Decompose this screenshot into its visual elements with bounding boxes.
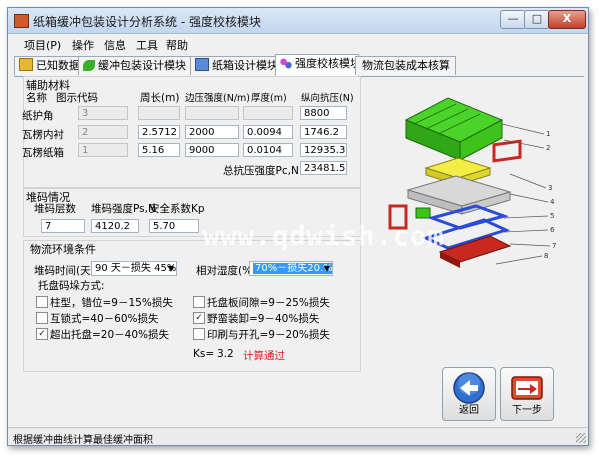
perimeter-field[interactable]: 5.16 (138, 143, 180, 157)
option-overhang: 超出托盘=20－40%损失 (50, 329, 169, 341)
balls-icon (280, 58, 292, 69)
header-name: 名称 (26, 92, 47, 104)
callout-label: 2 (546, 144, 550, 152)
stack-strength-label: 堆码强度Ps,N (91, 203, 156, 215)
row-name: 纸护角 (22, 110, 54, 122)
safety-factor-field[interactable]: 5.70 (149, 219, 199, 233)
perimeter-field[interactable]: 2.5712 (138, 125, 180, 139)
header-compression: 纵向抗压(N) (301, 93, 354, 104)
option-column-stack: 柱型，错位=9－15%损失 (50, 297, 173, 309)
app-icon (14, 14, 29, 28)
option-pallet-gap: 托盘板间隙=9－25%损失 (207, 297, 330, 309)
menu-help[interactable]: 帮助 (166, 37, 188, 53)
pallet-method-label: 托盘码垛方式: (38, 280, 105, 292)
thickness-field[interactable]: 0.0104 (243, 143, 293, 157)
humidity-label: 相对湿度(%) (196, 265, 257, 277)
calc-result: 计算通过 (243, 350, 285, 362)
tab-known-data[interactable]: 已知数据 (14, 56, 82, 75)
callout-label: 5 (550, 212, 554, 220)
tab-carton-design[interactable]: 纸箱设计模块 (190, 56, 279, 75)
menu-info[interactable]: 信息 (104, 37, 126, 53)
stack-layers-field[interactable]: 7 (41, 219, 85, 233)
chevron-down-icon: ▼ (167, 264, 174, 273)
menu-bar: 项目(P) 操作 信息 工具 帮助 (8, 35, 588, 53)
option-rough-handling: 野蛮装卸=9－40%损失 (207, 313, 320, 325)
header-thickness: 厚度(m) (251, 93, 287, 104)
title-bar[interactable]: 纸箱缓冲包装设计分析系统 - 强度校核模块 — □ X (8, 8, 588, 34)
thickness-field[interactable]: 0.0094 (243, 125, 293, 139)
box-icon (195, 58, 209, 71)
callout-label: 4 (550, 198, 555, 206)
packaging-diagram: 1 2 3 4 5 6 7 8 (388, 97, 556, 268)
stack-strength-field[interactable]: 4120.2 (91, 219, 139, 233)
thickness-field[interactable] (243, 106, 293, 120)
menu-operation[interactable]: 操作 (72, 37, 94, 53)
menu-tools[interactable]: 工具 (136, 37, 158, 53)
close-button[interactable]: X (548, 10, 586, 29)
compression-field[interactable]: 1746.2 (300, 125, 347, 139)
header-perimeter: 周长(m) (140, 92, 180, 104)
tab-cushion-design[interactable]: 缓冲包装设计模块 (78, 56, 194, 75)
compression-field[interactable]: 12935.3 (300, 143, 347, 157)
status-bar: 根据缓冲曲线计算最佳缓冲面积 (8, 427, 588, 446)
header-code: 图示代码 (56, 92, 98, 104)
option-printing: 印刷与开孔=9－20%损失 (207, 329, 330, 341)
exit-arrow-icon (511, 376, 543, 400)
tab-bar: 已知数据 缓冲包装设计模块 纸箱设计模块 强度校核模块 物流包装成本核算 (14, 54, 584, 77)
chevron-down-icon: ▼ (323, 264, 330, 273)
checkbox-printing[interactable] (193, 328, 205, 340)
resize-grip-icon[interactable] (576, 433, 586, 443)
safety-factor-label: 安全系数Kp (149, 203, 205, 215)
stack-layers-label: 堆码层数 (34, 203, 76, 215)
checkbox-pallet-gap[interactable] (193, 296, 205, 308)
green-corner-pieces (404, 97, 504, 161)
back-button[interactable]: 返回 (442, 367, 496, 421)
perimeter-field[interactable] (138, 106, 180, 120)
total-strength-label: 总抗压强度Pc,N (223, 165, 299, 177)
ks-value: 3.2 (217, 348, 234, 360)
header-edge-strength: 边压强度(N/m) (185, 93, 250, 104)
checkbox-interlock[interactable] (36, 312, 48, 324)
tab-strength-check[interactable]: 强度校核模块 (275, 54, 361, 76)
maximize-button[interactable]: □ (524, 10, 550, 29)
code-field[interactable]: 3 (78, 106, 128, 120)
humidity-select[interactable]: 70%－损失20.% ▼ (249, 261, 333, 276)
row-name: 瓦楞内衬 (22, 129, 64, 141)
back-label: 返回 (459, 405, 479, 416)
tab-cost-accounting[interactable]: 物流包装成本核算 (355, 56, 456, 75)
stack-time-select[interactable]: 90 天－损失 45% ▼ (91, 261, 177, 276)
stack-time-label: 堆码时间(天) (34, 265, 95, 277)
edge-strength-field[interactable]: 9000 (185, 143, 239, 157)
callout-label: 7 (552, 242, 556, 250)
code-field[interactable]: 2 (78, 125, 128, 139)
status-text: 根据缓冲曲线计算最佳缓冲面积 (13, 435, 153, 446)
option-interlock: 互锁式=40－60%损失 (50, 313, 159, 325)
row-name: 瓦楞纸箱 (22, 147, 64, 159)
checkbox-overhang[interactable]: ✓ (36, 328, 48, 340)
watermark: www.qdwish.com (203, 221, 445, 252)
back-arrow-icon (453, 372, 485, 404)
window-title: 纸箱缓冲包装设计分析系统 - 强度校核模块 (33, 15, 261, 29)
next-label: 下一步 (512, 405, 542, 416)
code-field[interactable]: 1 (78, 143, 128, 157)
ks-label: Ks= (193, 348, 215, 360)
minimize-button[interactable]: — (500, 10, 526, 29)
next-button[interactable]: 下一步 (500, 367, 554, 421)
edge-strength-field[interactable]: 2000 (185, 125, 239, 139)
compression-field[interactable]: 8800 (300, 106, 347, 120)
menu-project[interactable]: 项目(P) (24, 37, 61, 53)
callout-label: 6 (550, 226, 555, 234)
callout-label: 8 (544, 252, 548, 260)
env-group-title: 物流环境条件 (30, 243, 96, 256)
callout-label: 3 (548, 184, 552, 192)
edge-strength-field[interactable] (185, 106, 239, 120)
total-strength-field[interactable]: 23481.5 (300, 161, 347, 175)
checkbox-rough-handling[interactable]: ✓ (193, 312, 205, 324)
checkbox-column-stack[interactable] (36, 296, 48, 308)
callout-label: 1 (546, 130, 550, 138)
folder-icon (19, 58, 33, 71)
leaf-icon (83, 60, 95, 71)
